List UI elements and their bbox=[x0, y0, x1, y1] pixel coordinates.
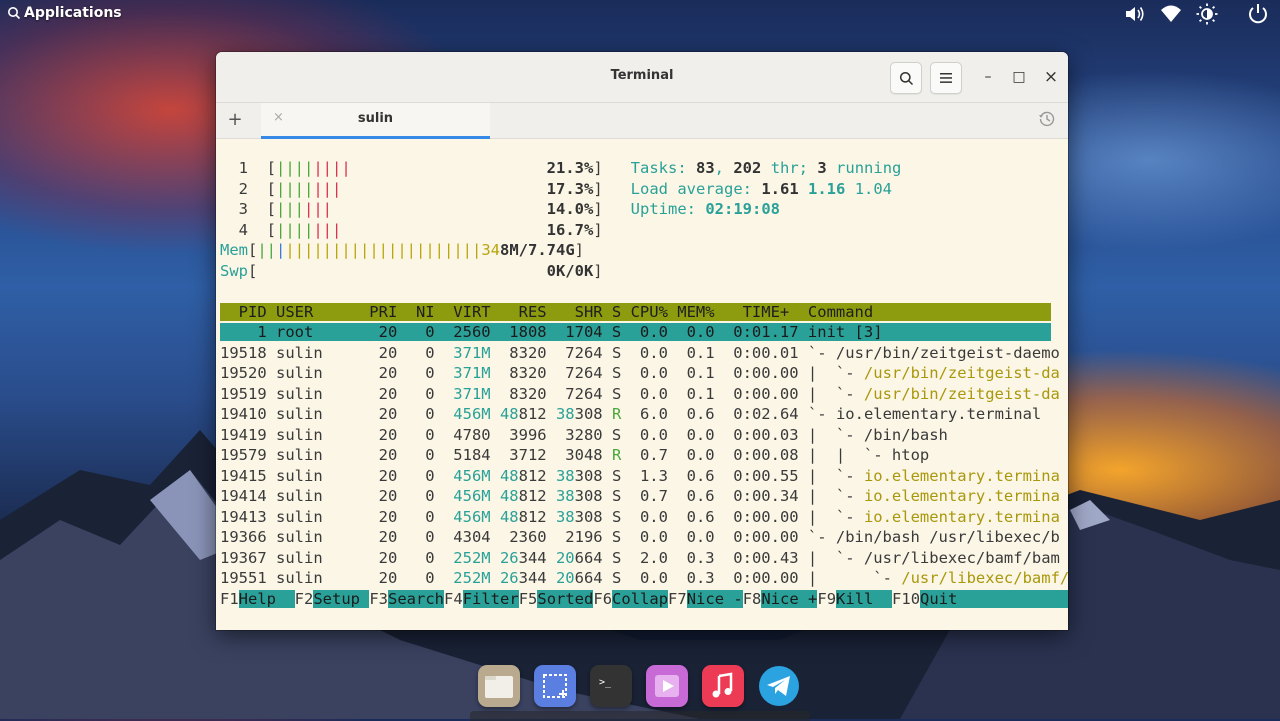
table-row[interactable]: 19413 sulin 20 0 456M 48812 38308 S 0.0 … bbox=[220, 508, 1060, 526]
swap-meter: Swp[ 0K/0K] bbox=[220, 261, 603, 280]
mem-meter: Mem[||||||||||||||||||||||||348M/7.74G] bbox=[220, 241, 584, 259]
cpu-meter: 3 [|||||| 14.0%] bbox=[238, 200, 603, 218]
terminal-icon[interactable]: >_ bbox=[590, 665, 632, 707]
f8-nice-plus-button[interactable]: F8Nice + bbox=[743, 589, 818, 608]
f7-nice-minus-button[interactable]: F7Nice - bbox=[668, 589, 743, 608]
close-icon: × bbox=[1043, 67, 1059, 87]
minimize-button[interactable]: – bbox=[977, 67, 999, 87]
table-row[interactable]: 19366 sulin 20 0 4304 2360 2196 S 0.0 0.… bbox=[220, 528, 1060, 546]
terminal-content[interactable]: 1 [|||||||| 21.3%] Tasks: 83, 202 thr; 3… bbox=[216, 139, 1068, 630]
tab-bar: + × sulin bbox=[216, 103, 1068, 139]
dock: >_ bbox=[470, 655, 810, 721]
search-icon bbox=[8, 7, 21, 20]
table-row[interactable]: 19414 sulin 20 0 456M 48812 38308 S 0.7 … bbox=[220, 487, 1060, 505]
wifi-icon[interactable] bbox=[1160, 4, 1182, 24]
table-row[interactable]: 19551 sulin 20 0 252M 26344 20664 S 0.0 … bbox=[220, 569, 1068, 587]
f1-help-button[interactable]: F1Help bbox=[220, 589, 295, 608]
svg-text:>_: >_ bbox=[599, 677, 612, 688]
applications-menu-button[interactable]: Applications bbox=[7, 5, 122, 21]
table-row[interactable]: 19419 sulin 20 0 4780 3996 3280 S 0.0 0.… bbox=[220, 426, 948, 444]
cpu-meter: 1 [|||||||| 21.3%] bbox=[238, 159, 603, 177]
f6-collapse-button[interactable]: F6Collap bbox=[593, 589, 669, 608]
close-button[interactable]: × bbox=[1040, 67, 1062, 87]
table-row[interactable]: 19520 sulin 20 0 371M 8320 7264 S 0.0 0.… bbox=[220, 364, 1060, 382]
minimize-icon: – bbox=[984, 69, 992, 85]
f4-filter-button[interactable]: F4Filter bbox=[444, 589, 519, 608]
volume-icon[interactable] bbox=[1124, 4, 1146, 24]
titlebar[interactable]: Terminal – □ × bbox=[216, 52, 1068, 103]
f10-quit-button[interactable]: F10Quit bbox=[892, 589, 1068, 608]
search-icon bbox=[899, 71, 913, 85]
tab-sulin[interactable]: × sulin bbox=[261, 103, 490, 139]
table-row[interactable]: 19410 sulin 20 0 456M 48812 38308 R 6.0 … bbox=[220, 405, 1041, 423]
maximize-icon: □ bbox=[1012, 69, 1026, 85]
table-row[interactable]: 19519 sulin 20 0 371M 8320 7264 S 0.0 0.… bbox=[220, 385, 1060, 403]
music-icon[interactable] bbox=[702, 665, 744, 707]
top-panel: Applications bbox=[0, 0, 1280, 28]
table-row[interactable]: 1 root 20 0 2560 1808 1704 S 0.0 0.0 0:0… bbox=[220, 323, 1051, 341]
dock-background bbox=[470, 711, 810, 721]
htop-output: 1 [|||||||| 21.3%] Tasks: 83, 202 thr; 3… bbox=[220, 158, 1068, 609]
tab-label: sulin bbox=[357, 111, 394, 126]
f2-setup-button[interactable]: F2Setup bbox=[295, 589, 370, 608]
telegram-icon[interactable] bbox=[758, 665, 800, 707]
f3-search-button[interactable]: F3Search bbox=[369, 589, 445, 608]
table-row[interactable]: 19579 sulin 20 0 5184 3712 3048 R 0.7 0.… bbox=[220, 446, 929, 464]
files-icon[interactable] bbox=[478, 665, 520, 707]
screenshot-icon[interactable] bbox=[534, 665, 576, 707]
videos-icon[interactable] bbox=[646, 665, 688, 707]
table-row[interactable]: 19367 sulin 20 0 252M 26344 20664 S 2.0 … bbox=[220, 549, 1060, 567]
system-indicators bbox=[1124, 3, 1270, 25]
applications-label: Applications bbox=[24, 5, 122, 21]
function-key-bar: F1Help F2Setup F3SearchF4FilterF5SortedF… bbox=[220, 589, 1068, 608]
cpu-meter: 2 [||||||| 17.3%] bbox=[238, 179, 603, 198]
table-row[interactable]: 19518 sulin 20 0 371M 8320 7264 S 0.0 0.… bbox=[220, 344, 1060, 362]
search-button[interactable] bbox=[890, 62, 922, 94]
table-row[interactable]: 19415 sulin 20 0 456M 48812 38308 S 1.3 … bbox=[220, 467, 1060, 485]
terminal-window: Terminal – □ × + × sulin 1 [|||||||| 21.… bbox=[216, 52, 1068, 630]
power-icon[interactable] bbox=[1246, 3, 1270, 25]
f9-kill-button[interactable]: F9Kill bbox=[817, 589, 893, 608]
f5-sorted-button[interactable]: F5Sorted bbox=[519, 589, 594, 608]
new-tab-button[interactable]: + bbox=[224, 108, 246, 132]
hamburger-icon bbox=[940, 73, 952, 83]
cpu-meter: 4 [||||||| 16.7%] bbox=[238, 220, 603, 239]
maximize-button[interactable]: □ bbox=[1008, 67, 1030, 87]
menu-button[interactable] bbox=[930, 62, 962, 94]
brightness-icon[interactable] bbox=[1196, 3, 1218, 25]
process-table-header[interactable]: PID USER PRI NI VIRT RES SHR S CPU% MEM%… bbox=[220, 302, 1051, 321]
history-icon[interactable] bbox=[1038, 110, 1056, 128]
